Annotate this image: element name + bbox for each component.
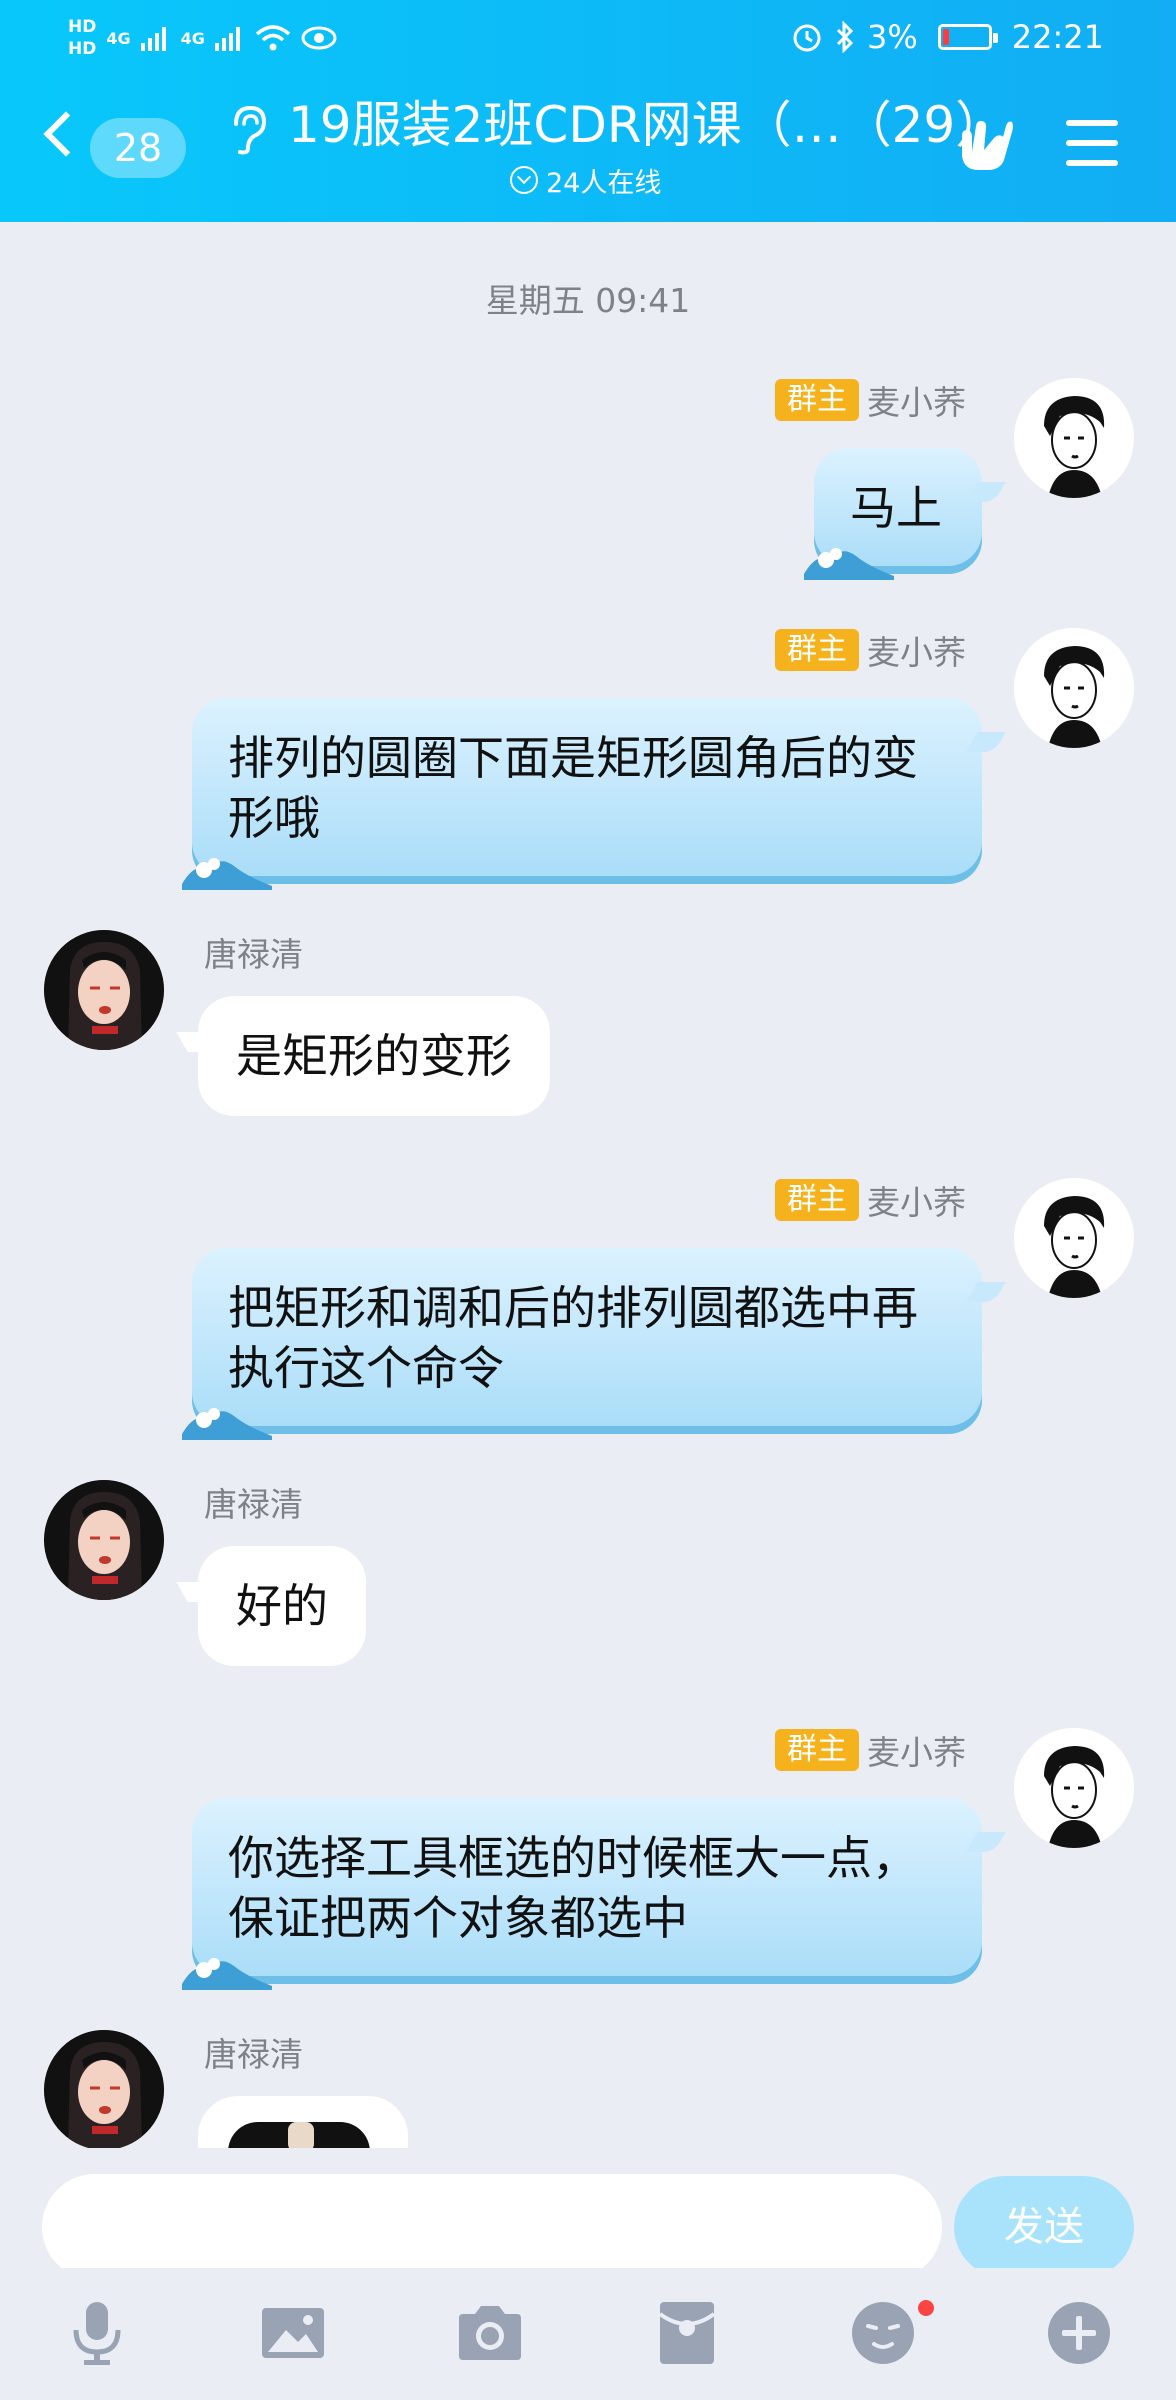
chat-header: HD HD 4G 4G 3% 22:21 28 19服装2班CDR网课（…（29…	[0, 0, 1176, 222]
sender-row: 群主 麦小荞	[775, 628, 966, 672]
input-bar: 发送	[0, 2148, 1176, 2280]
avatar[interactable]	[1014, 628, 1134, 748]
notification-dot	[918, 2300, 934, 2316]
hd-badge: HD	[68, 17, 97, 37]
owner-badge: 群主	[775, 379, 859, 421]
status-right: 3% 22:21	[791, 12, 1104, 62]
plus-icon[interactable]	[1044, 2298, 1114, 2368]
wave-decoration-icon	[804, 548, 894, 580]
owner-badge: 群主	[775, 1179, 859, 1221]
message-bubble[interactable]: 好的	[198, 1546, 366, 1666]
sender-name[interactable]: 麦小荞	[867, 376, 966, 424]
avatar[interactable]	[1014, 1178, 1134, 1298]
online-status: 24人在线	[510, 162, 662, 199]
message-text: 好的	[236, 1579, 328, 1633]
message-timestamp: 星期五 09:41	[485, 281, 691, 320]
sender-name[interactable]: 唐禄清	[204, 2028, 303, 2076]
clock: 22:21	[1011, 18, 1104, 56]
back-icon[interactable]	[43, 111, 89, 157]
sender-row: 群主 麦小荞	[775, 378, 966, 422]
battery-icon	[937, 24, 998, 50]
message-bubble[interactable]: 马上	[804, 448, 982, 580]
status-left: HD HD 4G 4G	[68, 8, 337, 68]
avatar[interactable]	[44, 1480, 164, 1600]
online-chevron-icon	[510, 166, 538, 194]
signal-icon	[140, 27, 166, 51]
message-bubble[interactable]: 把矩形和调和后的排列圆都选中再执行这个命令	[182, 1248, 982, 1440]
message-input[interactable]	[42, 2174, 942, 2280]
chat-title[interactable]: 19服装2班CDR网课（…（29）	[288, 90, 1005, 160]
online-count: 24人在线	[546, 167, 662, 199]
avatar[interactable]	[1014, 1728, 1134, 1848]
network-type: 4G	[106, 28, 131, 48]
hd-badge: HD	[68, 39, 97, 59]
status-bar: HD HD 4G 4G 3% 22:21	[0, 0, 1176, 72]
image-highlight	[288, 2122, 314, 2148]
sender-row: 唐禄清	[204, 2030, 303, 2074]
avatar[interactable]	[44, 2030, 164, 2148]
owner-badge: 群主	[775, 629, 859, 671]
message-text: 把矩形和调和后的排列圆都选中再执行这个命令	[228, 1281, 918, 1395]
signal-icon	[214, 27, 240, 51]
owner-badge: 群主	[775, 1729, 859, 1771]
message-text: 马上	[850, 481, 942, 535]
network-type: 4G	[180, 28, 205, 48]
sender-row: 唐禄清	[204, 930, 303, 974]
sender-name[interactable]: 麦小荞	[867, 1176, 966, 1224]
menu-icon[interactable]	[1066, 120, 1118, 166]
image-message-bubble[interactable]	[198, 2096, 408, 2148]
message-text: 是矩形的变形	[236, 1029, 512, 1083]
red-packet-icon[interactable]	[652, 2298, 722, 2368]
avatar[interactable]	[44, 930, 164, 1050]
message-text: 你选择工具框选的时候框大一点，保证把两个对象都选中	[228, 1831, 918, 1945]
message-text: 排列的圆圈下面是矩形圆角后的变形哦	[228, 731, 918, 845]
wave-decoration-icon	[182, 1408, 272, 1440]
sender-row: 唐禄清	[204, 1480, 303, 1524]
unread-count-badge[interactable]: 28	[90, 118, 186, 178]
message-bubble[interactable]: 是矩形的变形	[198, 996, 550, 1116]
avatar[interactable]	[1014, 378, 1134, 498]
wave-decoration-icon	[182, 1958, 272, 1990]
bluetooth-icon	[836, 21, 854, 53]
input-toolbar	[0, 2268, 1176, 2400]
send-button[interactable]: 发送	[954, 2176, 1134, 2278]
eye-icon	[301, 26, 337, 50]
sim-indicators: HD HD	[68, 16, 96, 60]
sender-row: 群主 麦小荞	[775, 1728, 966, 1772]
ear-icon[interactable]	[226, 104, 270, 156]
wave-decoration-icon	[182, 858, 272, 890]
image-icon[interactable]	[258, 2298, 328, 2368]
sender-name[interactable]: 麦小荞	[867, 626, 966, 674]
message-list[interactable]: 星期五 09:41 群主 麦小荞 马上 群主 麦小荞 排列的圆圈下面是矩形圆角后…	[0, 222, 1176, 2148]
microphone-icon[interactable]	[62, 2298, 132, 2368]
message-bubble[interactable]: 排列的圆圈下面是矩形圆角后的变形哦	[182, 698, 982, 890]
sender-name[interactable]: 唐禄清	[204, 928, 303, 976]
hand-gesture-icon[interactable]	[956, 112, 1014, 174]
alarm-icon	[793, 24, 821, 52]
sender-name[interactable]: 麦小荞	[867, 1726, 966, 1774]
emoji-icon[interactable]	[848, 2298, 918, 2368]
camera-icon[interactable]	[455, 2298, 525, 2368]
message-bubble[interactable]: 你选择工具框选的时候框大一点，保证把两个对象都选中	[182, 1798, 982, 1990]
battery-percent: 3%	[867, 18, 918, 56]
sender-name[interactable]: 唐禄清	[204, 1478, 303, 1526]
sender-row: 群主 麦小荞	[775, 1178, 966, 1222]
wifi-icon	[255, 25, 291, 51]
